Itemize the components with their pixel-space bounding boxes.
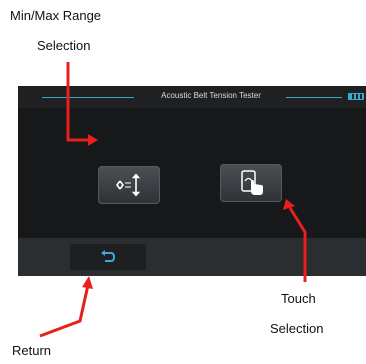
bottom-bar <box>18 238 366 276</box>
return-arrow-icon <box>101 250 116 262</box>
title-divider-right <box>286 97 342 98</box>
title-divider-left <box>42 97 134 98</box>
callout-return: Return <box>12 343 52 358</box>
min-max-range-button[interactable] <box>98 166 160 204</box>
callout-minmax-line1: Min/Max Range <box>10 8 102 23</box>
touch-hand-icon <box>241 170 263 195</box>
callout-touch-line2: Selection <box>270 321 324 336</box>
return-button[interactable] <box>70 244 146 270</box>
battery-icon <box>348 93 364 100</box>
main-area <box>18 108 366 238</box>
title-bar: Acoustic Belt Tension Tester <box>18 86 366 108</box>
device-screen: Acoustic Belt Tension Tester <box>18 86 366 276</box>
touch-selection-button[interactable] <box>220 164 282 202</box>
arrow-to-return-button <box>39 276 93 338</box>
range-arrows-icon <box>116 173 141 197</box>
callout-touch-line1: Touch <box>281 291 316 306</box>
callout-minmax-line2: Selection <box>37 38 91 53</box>
app-title: Acoustic Belt Tension Tester <box>161 91 261 100</box>
